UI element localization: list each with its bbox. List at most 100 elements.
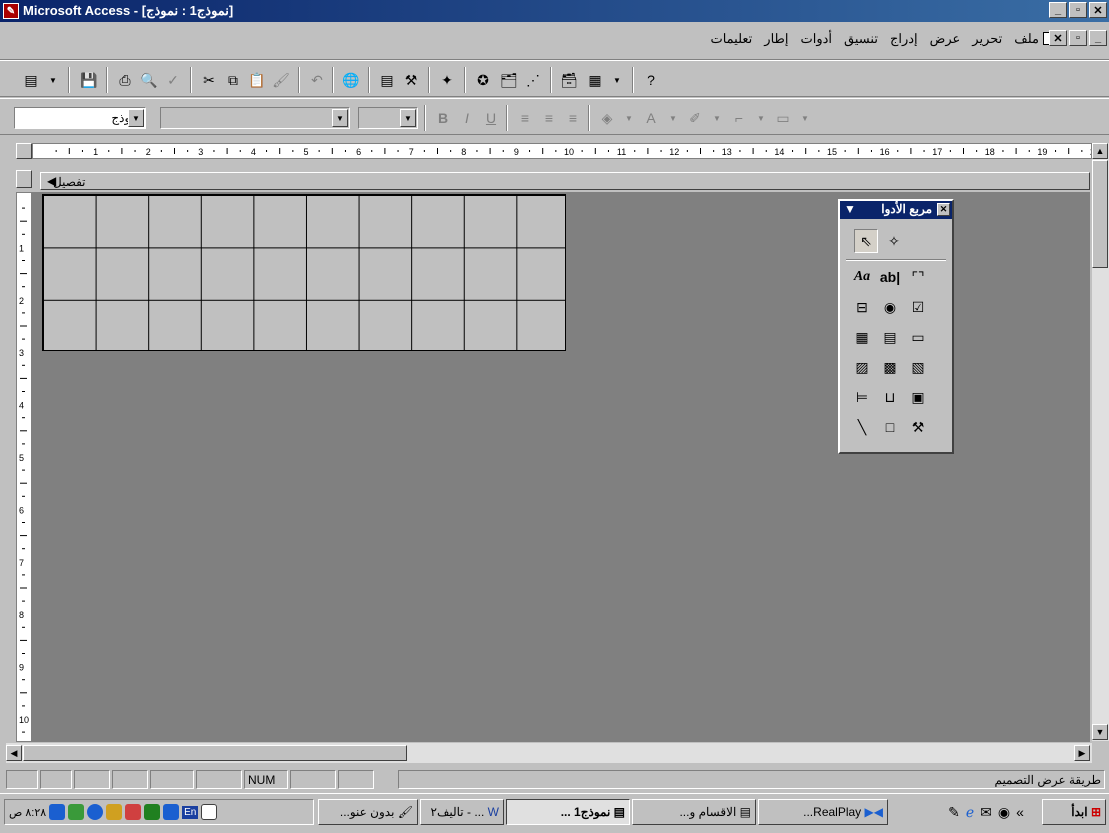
detail-section-header[interactable]: ◀ تفصيل bbox=[40, 172, 1090, 190]
menu-tools[interactable]: أدوات bbox=[801, 31, 833, 47]
media-player-icon[interactable]: ◉ bbox=[998, 804, 1010, 821]
autoformat-icon[interactable]: ✦ bbox=[436, 69, 458, 91]
option-button-icon[interactable]: ◉ bbox=[878, 295, 902, 319]
internet-explorer-icon[interactable]: ℯ bbox=[966, 804, 974, 821]
help-icon[interactable]: ? bbox=[640, 69, 662, 91]
vertical-scrollbar[interactable]: ▲ ▼ bbox=[1092, 143, 1109, 741]
scroll-up-icon[interactable]: ▲ bbox=[1092, 143, 1108, 159]
menu-view[interactable]: عرض bbox=[930, 31, 961, 47]
rectangle-tool-icon[interactable]: □ bbox=[878, 415, 902, 439]
office-tray-icon[interactable] bbox=[201, 804, 218, 820]
insert-hyperlink-icon[interactable]: 🌐 bbox=[340, 69, 362, 91]
scroll-right-icon[interactable]: ▶ bbox=[1074, 745, 1090, 761]
align-right-icon[interactable]: ≡ bbox=[562, 107, 584, 129]
horizontal-ruler[interactable]: 1234567891011121314151617181920 bbox=[32, 143, 1092, 159]
label-tool-icon[interactable]: Aa bbox=[850, 265, 874, 289]
detail-section-grid[interactable] bbox=[42, 194, 566, 351]
line-width-dropdown-icon[interactable]: ▼ bbox=[750, 107, 772, 129]
chevron-down-icon[interactable]: ▼ bbox=[128, 109, 144, 127]
special-effect-dropdown-icon[interactable]: ▼ bbox=[794, 107, 816, 129]
fill-color-icon[interactable]: ◈ bbox=[596, 107, 618, 129]
task-realplayer[interactable]: ◀▶ RealPlay... bbox=[758, 799, 888, 825]
clock[interactable]: ٨:٢٨ ص bbox=[9, 806, 46, 819]
menu-help[interactable]: تعليمات bbox=[710, 31, 752, 47]
menu-insert[interactable]: إدراج bbox=[890, 31, 918, 47]
task-access-db[interactable]: ▤ الاقسام و... bbox=[632, 799, 756, 825]
minimize-button[interactable]: _ bbox=[1049, 2, 1067, 18]
command-button-icon[interactable]: ▭ bbox=[906, 325, 930, 349]
undo-icon[interactable]: ↶ bbox=[306, 69, 328, 91]
task-word-doc[interactable]: W ... - تاليف٢ bbox=[420, 799, 504, 825]
display-tray-icon[interactable] bbox=[144, 804, 161, 820]
align-left-icon[interactable]: ≡ bbox=[514, 107, 536, 129]
font-color-dropdown-icon[interactable]: ▼ bbox=[662, 107, 684, 129]
toolbox-title-bar[interactable]: ✕ مربع الأدوا ▼ bbox=[840, 201, 952, 219]
toggle-button-icon[interactable]: ⊟ bbox=[850, 295, 874, 319]
image-icon[interactable]: ▨ bbox=[850, 355, 874, 379]
access-app-icon[interactable]: ✎ bbox=[3, 3, 19, 19]
vertical-ruler[interactable]: 1 2 3 4 5 6 7 8 9 10 bbox=[16, 192, 32, 742]
toolbox-icon[interactable]: ⚒ bbox=[400, 69, 422, 91]
task-form1[interactable]: ▤ نموذج1 ... bbox=[506, 799, 630, 825]
horizontal-scroll-thumb[interactable] bbox=[23, 745, 407, 761]
scroll-left-icon[interactable]: ◀ bbox=[6, 745, 22, 761]
build-icon[interactable]: ⋰ bbox=[522, 69, 544, 91]
antivirus-tray-icon[interactable] bbox=[125, 804, 142, 820]
vertical-scroll-thumb[interactable] bbox=[1092, 160, 1108, 268]
select-objects-icon[interactable]: ⇖ bbox=[854, 229, 878, 253]
combo-box-icon[interactable]: ▦ bbox=[850, 325, 874, 349]
properties-icon[interactable]: 🗂 bbox=[498, 69, 520, 91]
save-icon[interactable]: 💾 bbox=[78, 69, 100, 91]
font-color-icon[interactable]: A bbox=[640, 107, 662, 129]
copy-icon[interactable]: ⧉ bbox=[222, 69, 244, 91]
toolbox-close-icon[interactable]: ✕ bbox=[937, 203, 950, 216]
section-selector[interactable] bbox=[16, 170, 32, 188]
line-color-icon[interactable]: ✐ bbox=[684, 107, 706, 129]
view-dropdown-icon[interactable]: ▼ bbox=[42, 69, 64, 91]
language-indicator[interactable]: En bbox=[182, 805, 199, 819]
line-color-dropdown-icon[interactable]: ▼ bbox=[706, 107, 728, 129]
tab-control-icon[interactable]: ⊔ bbox=[878, 385, 902, 409]
task-untitled[interactable]: 🖌 بدون عنو... bbox=[318, 799, 418, 825]
paste-icon[interactable]: 📋 bbox=[246, 69, 268, 91]
font-size-combo[interactable]: ▼ bbox=[358, 107, 418, 129]
code-icon[interactable]: ✪ bbox=[472, 69, 494, 91]
quick-launch-more-icon[interactable]: « bbox=[1016, 804, 1024, 820]
special-effect-icon[interactable]: ▭ bbox=[772, 107, 794, 129]
cut-icon[interactable]: ✂ bbox=[198, 69, 220, 91]
media-tray-icon[interactable] bbox=[163, 804, 180, 820]
bound-object-frame-icon[interactable]: ▧ bbox=[906, 355, 930, 379]
bold-icon[interactable]: B bbox=[432, 107, 454, 129]
form-selector[interactable] bbox=[16, 143, 32, 159]
align-center-icon[interactable]: ≡ bbox=[538, 107, 560, 129]
font-name-combo[interactable]: ▼ bbox=[160, 107, 350, 129]
underline-icon[interactable]: U bbox=[480, 107, 502, 129]
menu-window[interactable]: إطار bbox=[764, 31, 788, 47]
list-box-icon[interactable]: ▤ bbox=[878, 325, 902, 349]
doc-restore-button[interactable]: ▫ bbox=[1069, 30, 1087, 46]
menu-format[interactable]: تنسيق bbox=[844, 31, 878, 47]
textbox-tool-icon[interactable]: ab| bbox=[878, 265, 902, 289]
option-group-icon[interactable]: ⌜⌝ bbox=[906, 265, 930, 289]
toolbox-window[interactable]: ✕ مربع الأدوا ▼ ⇖ ✧ Aa ab| ⌜⌝ ⊟ ◉ ☑ ▦ ▤ … bbox=[838, 199, 954, 454]
database-window-icon[interactable]: 🗃 bbox=[558, 69, 580, 91]
line-tool-icon[interactable]: ╲ bbox=[850, 415, 874, 439]
field-list-icon[interactable]: ▤ bbox=[376, 69, 398, 91]
page-break-icon[interactable]: ⊨ bbox=[850, 385, 874, 409]
menu-file[interactable]: ملف bbox=[1014, 31, 1039, 47]
close-button[interactable]: ✕ bbox=[1089, 2, 1107, 18]
fill-color-dropdown-icon[interactable]: ▼ bbox=[618, 107, 640, 129]
scroll-down-icon[interactable]: ▼ bbox=[1092, 724, 1108, 740]
title-bar[interactable]: ✎ Microsoft Access - [نموذج1 : نموذج] _ … bbox=[0, 0, 1109, 22]
view-icon[interactable]: ▤ bbox=[20, 69, 42, 91]
spelling-icon[interactable]: ✓ bbox=[162, 69, 184, 91]
print-icon[interactable]: ⎙ bbox=[114, 69, 136, 91]
unbound-object-frame-icon[interactable]: ▩ bbox=[878, 355, 902, 379]
toolbox-menu-arrow-icon[interactable]: ▼ bbox=[844, 202, 856, 216]
more-controls-icon[interactable]: ⚒ bbox=[906, 415, 930, 439]
line-width-icon[interactable]: ⌐ bbox=[728, 107, 750, 129]
italic-icon[interactable]: I bbox=[456, 107, 478, 129]
new-object-dropdown-icon[interactable]: ▼ bbox=[606, 69, 628, 91]
realplayer-tray-icon[interactable] bbox=[49, 804, 66, 820]
network-tray-icon[interactable] bbox=[68, 804, 85, 820]
